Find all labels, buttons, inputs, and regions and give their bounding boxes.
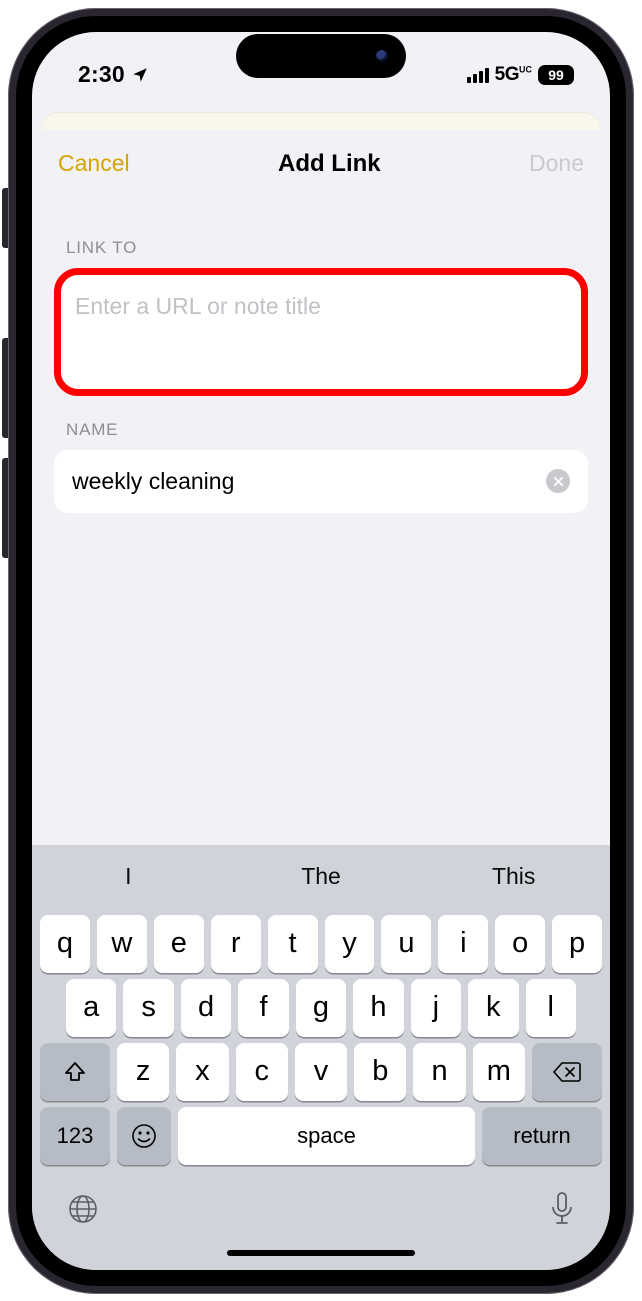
dynamic-island [236, 34, 406, 78]
battery-percent: 99 [538, 65, 574, 85]
key-t[interactable]: t [268, 915, 318, 973]
shift-icon [63, 1060, 87, 1084]
suggestion-2[interactable]: The [225, 863, 418, 890]
keyboard-footer [32, 1165, 610, 1234]
emoji-icon [130, 1122, 158, 1150]
space-key[interactable]: space [178, 1107, 475, 1165]
key-v[interactable]: v [295, 1043, 347, 1101]
backspace-key[interactable] [532, 1043, 602, 1101]
key-m[interactable]: m [473, 1043, 525, 1101]
key-r[interactable]: r [211, 915, 261, 973]
key-row-1: q w e r t y u i o p [32, 909, 610, 973]
screen: 2:30 5GUC 99 [32, 32, 610, 1270]
key-o[interactable]: o [495, 915, 545, 973]
name-section-label: NAME [54, 396, 588, 450]
device-bezel: 2:30 5GUC 99 [16, 16, 626, 1286]
key-s[interactable]: s [123, 979, 173, 1037]
name-field [54, 450, 588, 513]
link-to-section-label: LINK TO [54, 214, 588, 268]
key-c[interactable]: c [236, 1043, 288, 1101]
cellular-signal-icon [467, 67, 489, 83]
key-e[interactable]: e [154, 915, 204, 973]
modal-title: Add Link [278, 150, 381, 178]
content-spacer [32, 513, 610, 845]
key-f[interactable]: f [238, 979, 288, 1037]
network-label: 5GUC [495, 64, 532, 86]
key-g[interactable]: g [296, 979, 346, 1037]
done-button[interactable]: Done [529, 150, 584, 177]
globe-icon [66, 1192, 100, 1226]
suggestion-3[interactable]: This [417, 863, 610, 890]
key-d[interactable]: d [181, 979, 231, 1037]
dictation-key[interactable] [548, 1191, 576, 1230]
sheet-stack-background [42, 112, 600, 130]
key-row-4: 123 space return [32, 1101, 610, 1165]
link-to-input[interactable] [75, 281, 567, 330]
key-u[interactable]: u [381, 915, 431, 973]
emoji-key[interactable] [117, 1107, 171, 1165]
key-row-3: z x c v b n m [32, 1037, 610, 1101]
backspace-icon [553, 1061, 581, 1083]
key-h[interactable]: h [353, 979, 403, 1037]
add-link-form: LINK TO NAME [32, 196, 610, 513]
name-input[interactable] [72, 450, 546, 513]
suggestion-1[interactable]: I [32, 863, 225, 890]
key-a[interactable]: a [66, 979, 116, 1037]
key-k[interactable]: k [468, 979, 518, 1037]
key-b[interactable]: b [354, 1043, 406, 1101]
location-icon [131, 66, 149, 84]
status-left: 2:30 [78, 61, 149, 88]
globe-key[interactable] [66, 1192, 100, 1229]
numbers-key[interactable]: 123 [40, 1107, 110, 1165]
key-x[interactable]: x [176, 1043, 228, 1101]
key-y[interactable]: y [325, 915, 375, 973]
shift-key[interactable] [40, 1043, 110, 1101]
onscreen-keyboard: I The This q w e r t y u i o p a [32, 845, 610, 1270]
predictive-bar: I The This [32, 845, 610, 909]
microphone-icon [548, 1191, 576, 1227]
status-right: 5GUC 99 [467, 64, 574, 86]
key-w[interactable]: w [97, 915, 147, 973]
close-icon [553, 476, 564, 487]
device-frame: 2:30 5GUC 99 [8, 8, 634, 1294]
return-key[interactable]: return [482, 1107, 602, 1165]
key-i[interactable]: i [438, 915, 488, 973]
link-to-field-highlight [54, 268, 588, 396]
cancel-button[interactable]: Cancel [58, 150, 130, 177]
battery-indicator: 99 [538, 65, 574, 85]
modal-nav-bar: Cancel Add Link Done [32, 130, 610, 196]
clear-name-button[interactable] [546, 469, 570, 493]
home-indicator[interactable] [227, 1250, 415, 1256]
key-n[interactable]: n [413, 1043, 465, 1101]
key-z[interactable]: z [117, 1043, 169, 1101]
key-row-2: a s d f g h j k l [32, 973, 610, 1037]
key-p[interactable]: p [552, 915, 602, 973]
key-j[interactable]: j [411, 979, 461, 1037]
key-l[interactable]: l [526, 979, 576, 1037]
status-time: 2:30 [78, 61, 125, 88]
key-q[interactable]: q [40, 915, 90, 973]
